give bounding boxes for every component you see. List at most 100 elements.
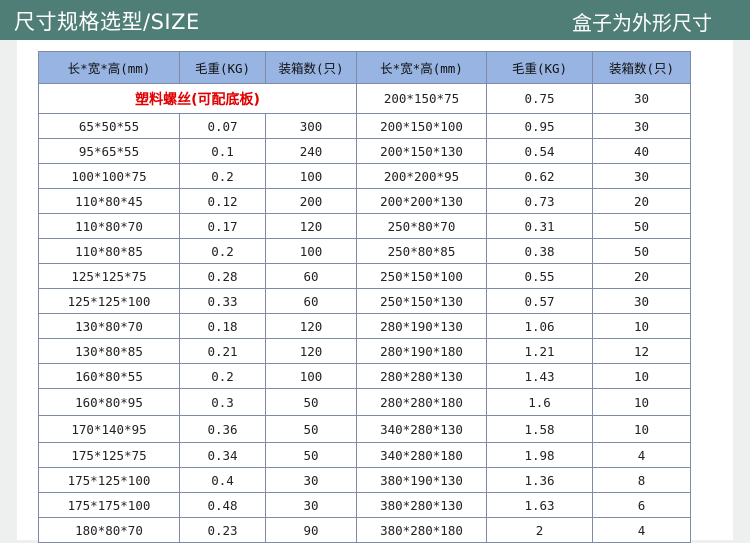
table-cell: 250*80*70 xyxy=(356,213,487,239)
table-cell: 0.62 xyxy=(486,163,593,189)
table-cell: 130*80*70 xyxy=(38,313,180,339)
table-cell: 200*150*75 xyxy=(356,83,487,114)
table-cell: 170*140*95 xyxy=(38,415,180,443)
table-cell: 0.2 xyxy=(179,363,266,389)
table-cell: 0.55 xyxy=(486,263,593,289)
box-size-note: 盒子为外形尺寸 xyxy=(572,11,712,35)
table-cell: 175*125*75 xyxy=(38,442,180,468)
table-cell: 30 xyxy=(592,83,691,114)
table-cell: 160*80*95 xyxy=(38,388,180,416)
table-cell: 125*125*75 xyxy=(38,263,180,289)
table-row: 175*125*75 0.34 50 340*280*180 1.98 4 xyxy=(38,442,691,468)
table-row: 110*80*85 0.2 100 250*80*85 0.38 50 xyxy=(38,238,691,264)
table-cell: 110*80*70 xyxy=(38,213,180,239)
table-row: 130*80*85 0.21 120 280*190*180 1.21 12 xyxy=(38,338,691,364)
col-header-weight: 毛重(KG) xyxy=(179,51,266,84)
table-cell: 280*280*130 xyxy=(356,363,487,389)
table-cell: 125*125*100 xyxy=(38,288,180,314)
table-cell: 100*100*75 xyxy=(38,163,180,189)
table-cell: 340*280*180 xyxy=(356,442,487,468)
table-cell: 4 xyxy=(592,517,691,543)
table-cell: 0.1 xyxy=(179,138,266,164)
table-row: 110*80*45 0.12 200 200*200*130 0.73 20 xyxy=(38,188,691,214)
table-cell: 65*50*55 xyxy=(38,113,180,139)
table-cell: 280*190*180 xyxy=(356,338,487,364)
table-cell: 110*80*45 xyxy=(38,188,180,214)
table-cell: 1.6 xyxy=(486,388,593,416)
table-cell: 175*125*100 xyxy=(38,467,180,493)
table-cell: 175*175*100 xyxy=(38,492,180,518)
top-banner: 尺寸规格选型/SIZE 盒子为外形尺寸 xyxy=(0,0,750,40)
table-cell: 30 xyxy=(265,467,357,493)
table-cell: 380*280*130 xyxy=(356,492,487,518)
table-cell: 10 xyxy=(592,388,691,416)
table-cell: 20 xyxy=(592,263,691,289)
table-cell: 30 xyxy=(592,288,691,314)
table-row: 塑料螺丝(可配底板) 200*150*75 0.75 30 xyxy=(38,83,691,114)
table-cell: 1.58 xyxy=(486,415,593,443)
table-cell: 2 xyxy=(486,517,593,543)
plastic-screw-note: 塑料螺丝(可配底板) xyxy=(38,83,357,114)
table-cell: 50 xyxy=(265,388,357,416)
table-cell: 120 xyxy=(265,213,357,239)
col-header-weight-2: 毛重(KG) xyxy=(486,51,593,84)
col-header-quantity: 装箱数(只) xyxy=(265,51,357,84)
table-cell: 100 xyxy=(265,163,357,189)
col-header-quantity-2: 装箱数(只) xyxy=(592,51,691,84)
table-cell: 0.4 xyxy=(179,467,266,493)
table-cell: 0.75 xyxy=(486,83,593,114)
table-cell: 100 xyxy=(265,238,357,264)
table-cell: 380*190*130 xyxy=(356,467,487,493)
table-cell: 0.3 xyxy=(179,388,266,416)
table-cell: 0.34 xyxy=(179,442,266,468)
table-cell: 100 xyxy=(265,363,357,389)
table-cell: 1.06 xyxy=(486,313,593,339)
size-spec-table: 长*宽*高(mm) 毛重(KG) 装箱数(只) 长*宽*高(mm) 毛重(KG)… xyxy=(38,51,691,543)
table-cell: 60 xyxy=(265,263,357,289)
table-row: 180*80*70 0.23 90 380*280*180 2 4 xyxy=(38,517,691,543)
table-cell: 300 xyxy=(265,113,357,139)
table-cell: 0.31 xyxy=(486,213,593,239)
table-cell: 0.18 xyxy=(179,313,266,339)
col-header-dimensions-2: 长*宽*高(mm) xyxy=(356,51,487,84)
table-cell: 0.38 xyxy=(486,238,593,264)
table-cell: 250*150*100 xyxy=(356,263,487,289)
table-cell: 200*150*130 xyxy=(356,138,487,164)
table-cell: 120 xyxy=(265,338,357,364)
table-cell: 0.23 xyxy=(179,517,266,543)
table-cell: 200*150*100 xyxy=(356,113,487,139)
table-cell: 12 xyxy=(592,338,691,364)
table-cell: 110*80*85 xyxy=(38,238,180,264)
table-cell: 1.63 xyxy=(486,492,593,518)
table-cell: 30 xyxy=(265,492,357,518)
table-cell: 8 xyxy=(592,467,691,493)
table-cell: 280*280*180 xyxy=(356,388,487,416)
table-cell: 200*200*95 xyxy=(356,163,487,189)
table-cell: 20 xyxy=(592,188,691,214)
col-header-dimensions: 长*宽*高(mm) xyxy=(38,51,180,84)
table-cell: 4 xyxy=(592,442,691,468)
table-cell: 50 xyxy=(265,442,357,468)
table-cell: 250*80*85 xyxy=(356,238,487,264)
table-cell: 50 xyxy=(592,213,691,239)
table-cell: 1.21 xyxy=(486,338,593,364)
table-cell: 0.2 xyxy=(179,238,266,264)
table-cell: 180*80*70 xyxy=(38,517,180,543)
table-row: 170*140*95 0.36 50 340*280*130 1.58 10 xyxy=(38,415,691,443)
table-cell: 0.57 xyxy=(486,288,593,314)
table-cell: 120 xyxy=(265,313,357,339)
table-cell: 0.12 xyxy=(179,188,266,214)
table-row: 175*175*100 0.48 30 380*280*130 1.63 6 xyxy=(38,492,691,518)
table-row: 160*80*95 0.3 50 280*280*180 1.6 10 xyxy=(38,388,691,416)
table-cell: 1.43 xyxy=(486,363,593,389)
table-cell: 240 xyxy=(265,138,357,164)
table-cell: 200 xyxy=(265,188,357,214)
table-cell: 60 xyxy=(265,288,357,314)
table-row: 110*80*70 0.17 120 250*80*70 0.31 50 xyxy=(38,213,691,239)
table-cell: 130*80*85 xyxy=(38,338,180,364)
table-cell: 1.36 xyxy=(486,467,593,493)
table-row: 100*100*75 0.2 100 200*200*95 0.62 30 xyxy=(38,163,691,189)
table-cell: 95*65*55 xyxy=(38,138,180,164)
table-cell: 40 xyxy=(592,138,691,164)
table-cell: 50 xyxy=(265,415,357,443)
